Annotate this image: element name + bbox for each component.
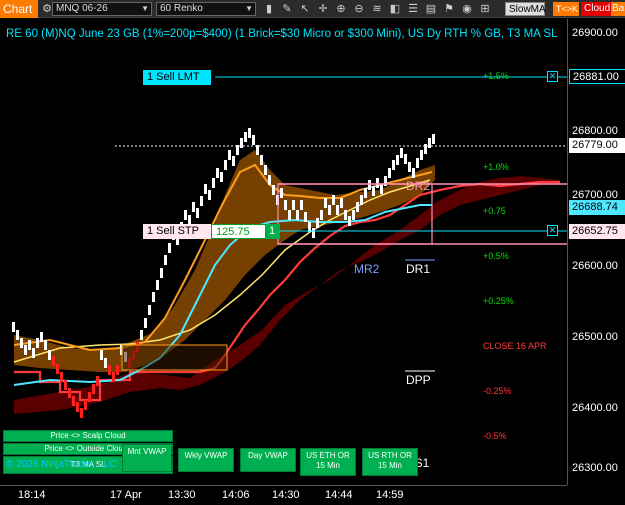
time-tick: 17 Apr bbox=[110, 489, 142, 501]
day-vwap-button[interactable]: Day VWAP bbox=[240, 448, 296, 472]
pct-plus-1-0: +1.0% bbox=[483, 162, 509, 172]
slow-ma-button[interactable]: SlowMA bbox=[505, 2, 546, 16]
chevron-down-icon: ▼ bbox=[141, 4, 149, 13]
pointer-icon[interactable]: ↖ bbox=[298, 2, 312, 16]
copyright-text: © 2026 NinjaTrader, LLC bbox=[6, 459, 117, 470]
zoom-out-icon[interactable]: ⊖ bbox=[352, 2, 366, 16]
instrument-value: MNQ 06-26 bbox=[56, 3, 108, 14]
pct-plus-0-5: +0.5% bbox=[483, 251, 509, 261]
pct-minus-0-5: -0.5% bbox=[483, 431, 507, 441]
pencil-icon[interactable]: ✎ bbox=[280, 2, 294, 16]
wkly-vwap-button[interactable]: Wkly VWAP bbox=[178, 448, 234, 472]
chart-title: RE 60 (M)NQ June 23 GB (1%=200p=$400) (1… bbox=[6, 28, 558, 40]
toolbar: Chart ⚙ MNQ 06-26 ▼ 60 Renko ▼ ▮ ✎ ↖ ✛ ⊕… bbox=[0, 0, 625, 18]
close-icon[interactable]: ✕ bbox=[547, 225, 558, 236]
chevron-down-icon: ▼ bbox=[245, 4, 253, 13]
price-plot bbox=[12, 76, 567, 418]
stop-price-tag: 26652.75 bbox=[569, 224, 625, 239]
sell-lmt-price-tag: 26881.00 bbox=[569, 69, 625, 84]
interval-value: 60 Renko bbox=[160, 3, 203, 14]
price-tick: 26300.00 bbox=[572, 462, 618, 474]
cloud-button[interactable]: Cloud bbox=[581, 2, 611, 16]
time-axis[interactable]: 18:14 17 Apr 13:30 14:06 14:30 14:44 14:… bbox=[0, 485, 567, 505]
scalp-cloud-button[interactable]: Price <> Scalp Cloud bbox=[3, 430, 173, 442]
chart-panel[interactable] bbox=[0, 19, 567, 485]
dpp-label: DPP bbox=[406, 373, 431, 387]
properties-icon[interactable]: ☰ bbox=[406, 2, 420, 16]
template-icon[interactable]: ▤ bbox=[424, 2, 438, 16]
bar-button[interactable]: Ba bbox=[611, 2, 625, 16]
time-tick: 14:59 bbox=[376, 489, 404, 501]
price-tick: 26600.00 bbox=[572, 260, 618, 272]
pct-plus-0-25: +0.25% bbox=[483, 296, 514, 306]
chart-tab[interactable]: Chart bbox=[0, 0, 38, 18]
link-icon[interactable]: ⊞ bbox=[478, 2, 492, 16]
range-box-left bbox=[121, 344, 228, 371]
mr2-label: MR2 bbox=[354, 262, 380, 276]
stop-pnl: 125.75 bbox=[211, 224, 266, 239]
bar-type-icon[interactable]: ▮ bbox=[262, 2, 276, 16]
sell-lmt-order[interactable]: 1 Sell LMT bbox=[143, 70, 211, 85]
alert-icon[interactable]: ⚑ bbox=[442, 2, 456, 16]
instrument-select[interactable]: MNQ 06-26 ▼ bbox=[52, 2, 152, 16]
time-tick: 14:44 bbox=[325, 489, 353, 501]
indicators-icon[interactable]: ≋ bbox=[370, 2, 384, 16]
close-prev-label: CLOSE 16 APR bbox=[483, 341, 547, 351]
close-icon[interactable]: ✕ bbox=[547, 71, 558, 82]
time-tick: 14:30 bbox=[272, 489, 300, 501]
tc-button[interactable]: T<>K bbox=[553, 2, 579, 16]
camera-icon[interactable]: ◉ bbox=[460, 2, 474, 16]
us-eth-button[interactable]: US ETH OR 15 Min bbox=[300, 448, 356, 476]
price-tick: 26800.00 bbox=[572, 125, 618, 137]
price-tick: 26900.00 bbox=[572, 27, 618, 39]
band-price-tag: 26688.74 bbox=[569, 200, 625, 215]
dr1-label: DR1 bbox=[406, 262, 431, 276]
us-rth-button[interactable]: US RTH OR 15 Min bbox=[362, 448, 418, 476]
crosshair-icon[interactable]: ✛ bbox=[316, 2, 330, 16]
time-tick: 18:14 bbox=[18, 489, 46, 501]
zoom-in-icon[interactable]: ⊕ bbox=[334, 2, 348, 16]
stop-qty[interactable]: 1 bbox=[266, 224, 280, 239]
dr2-label: DR2 bbox=[406, 179, 431, 193]
last-price-tag: 26779.00 bbox=[569, 138, 625, 153]
pct-plus-0-75: +0.75 bbox=[483, 206, 506, 216]
price-axis[interactable]: 26900.00 26800.00 26700.00 26600.00 2650… bbox=[567, 19, 625, 485]
pct-minus-0-25: -0.25% bbox=[483, 386, 512, 396]
time-tick: 13:30 bbox=[168, 489, 196, 501]
time-tick: 14:06 bbox=[222, 489, 250, 501]
price-tick: 26500.00 bbox=[572, 331, 618, 343]
strategies-icon[interactable]: ◧ bbox=[388, 2, 402, 16]
pct-plus-1-5: +1.5% bbox=[483, 71, 509, 81]
sell-stp-order[interactable]: 1 Sell STP bbox=[143, 224, 211, 239]
interval-select[interactable]: 60 Renko ▼ bbox=[156, 2, 256, 16]
price-tick: 26400.00 bbox=[572, 402, 618, 414]
mnt-vwap-button[interactable]: Mnt VWAP bbox=[122, 444, 172, 472]
